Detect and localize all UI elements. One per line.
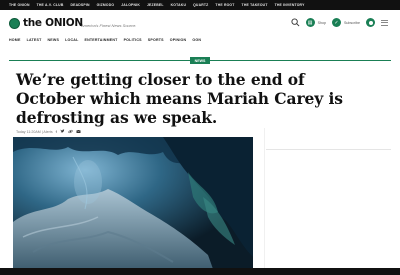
network-link-the-onion[interactable]: THE ONION [9,3,30,7]
main-nav: HOME LATEST NEWS LOCAL ENTERTAINMENT POL… [9,38,201,42]
nav-item-sports[interactable]: SPORTS [148,38,164,42]
twitter-icon[interactable] [60,129,65,134]
nav-item-politics[interactable]: POLITICS [124,38,142,42]
header-actions: ▤ Shop ✓ Subscribe [291,18,388,27]
nav-item-latest[interactable]: LATEST [27,38,42,42]
site-header: the ONION America's Finest News Source. … [0,10,400,36]
search-icon[interactable] [291,18,300,27]
nav-item-entertainment[interactable]: ENTERTAINMENT [85,38,118,42]
network-link-gizmodo[interactable]: GIZMODO [97,3,115,7]
ice-cave-image [13,137,253,269]
shop-icon: ▤ [305,18,315,27]
sidebar-rule [266,149,391,150]
shop-button[interactable]: ▤ Shop [305,18,327,27]
section-badge[interactable]: NEWS [190,57,210,64]
email-icon[interactable] [76,129,81,134]
menu-icon[interactable] [381,19,388,26]
nav-item-news[interactable]: NEWS [48,38,60,42]
network-link-jalopnik[interactable]: JALOPNIK [121,3,140,7]
network-topbar: THE ONION THE A.V. CLUB DEADSPIN GIZMODO… [0,0,400,10]
network-link-the-takeout[interactable]: THE TAKEOUT [242,3,268,7]
network-link-av-club[interactable]: THE A.V. CLUB [37,3,64,7]
sidebar-divider [264,128,265,275]
network-link-jezebel[interactable]: JEZEBEL [147,3,164,7]
link-icon[interactable] [68,129,73,134]
shop-label: Shop [317,20,327,25]
nav-item-opinion[interactable]: OPINION [170,38,187,42]
network-link-deadspin[interactable]: DEADSPIN [70,3,89,7]
site-logo[interactable]: the ONION [9,17,83,29]
network-link-kotaku[interactable]: KOTAKU [171,3,186,7]
article-hero-image[interactable] [13,137,253,269]
facebook-icon[interactable]: f [56,129,57,134]
subscribe-label: Subscribe [344,20,360,25]
article-headline: We’re getting closer to the end of Octob… [16,70,343,127]
logo-text: the ONION [23,17,83,29]
network-link-the-root[interactable]: THE ROOT [215,3,234,7]
site-tagline: America's Finest News Source. [81,23,137,28]
network-link-the-inventory[interactable]: THE INVENTORY [275,3,305,7]
network-link-quartz[interactable]: QUARTZ [193,3,208,7]
nav-item-local[interactable]: LOCAL [65,38,78,42]
browser-bottom-bar [0,268,400,275]
article-meta: Today 11:20AM | Alerts f [16,129,81,134]
user-icon[interactable] [366,18,375,27]
nav-item-home[interactable]: HOME [9,38,21,42]
nav-item-ogn[interactable]: OGN [192,38,201,42]
article-timestamp: Today 11:20AM | Alerts [16,129,53,134]
globe-icon [9,17,20,29]
subscribe-icon: ✓ [332,18,342,27]
subscribe-button[interactable]: ✓ Subscribe [332,18,360,27]
